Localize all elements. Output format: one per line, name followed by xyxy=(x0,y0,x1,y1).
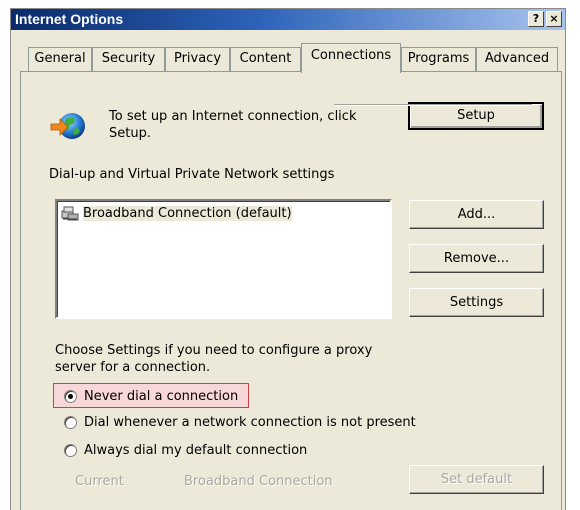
tab-security[interactable]: Security xyxy=(92,47,165,71)
tab-connections[interactable]: Connections xyxy=(301,43,401,73)
set-default-button[interactable]: Set default xyxy=(409,465,544,494)
window-title: Internet Options xyxy=(15,11,124,27)
connection-icon xyxy=(61,205,79,221)
tab-general[interactable]: General xyxy=(28,47,92,71)
remove-button[interactable]: Remove... xyxy=(409,244,544,273)
title-bar[interactable]: Internet Options ? × xyxy=(11,9,565,30)
tab-content[interactable]: Content xyxy=(230,47,301,71)
radio-label: Always dial my default connection xyxy=(84,443,308,458)
add-button[interactable]: Add... xyxy=(409,200,544,229)
close-button[interactable]: × xyxy=(546,11,562,27)
current-label: Current xyxy=(75,474,124,489)
settings-button[interactable]: Settings xyxy=(409,288,544,317)
radio-button[interactable] xyxy=(64,390,77,403)
radio-never-dial[interactable]: Never dial a connection xyxy=(64,389,238,404)
tab-programs[interactable]: Programs xyxy=(401,47,476,71)
radio-button[interactable] xyxy=(64,416,77,429)
radio-label: Dial whenever a network connection is no… xyxy=(84,415,416,430)
radio-label: Never dial a connection xyxy=(84,389,239,404)
proxy-note: Choose Settings if you need to configure… xyxy=(55,343,373,375)
dialup-group-label: Dial-up and Virtual Private Network sett… xyxy=(49,167,335,182)
tab-advanced[interactable]: Advanced xyxy=(476,47,558,71)
group-divider xyxy=(334,104,532,106)
setup-description: To set up an Internet connection, click … xyxy=(109,109,357,141)
current-value: Broadband Connection xyxy=(184,474,333,489)
setup-button[interactable]: Setup xyxy=(408,102,544,130)
radio-dial-whenever[interactable]: Dial whenever a network connection is no… xyxy=(64,415,416,430)
tab-privacy[interactable]: Privacy xyxy=(165,47,230,71)
globe-icon xyxy=(49,108,89,144)
list-item[interactable]: Broadband Connection (default) xyxy=(61,204,292,222)
radio-always-dial[interactable]: Always dial my default connection xyxy=(64,443,307,458)
connections-listbox[interactable]: Broadband Connection (default) xyxy=(55,199,392,319)
radio-button[interactable] xyxy=(64,444,77,457)
connection-name: Broadband Connection (default) xyxy=(83,205,292,221)
help-button[interactable]: ? xyxy=(528,11,544,27)
